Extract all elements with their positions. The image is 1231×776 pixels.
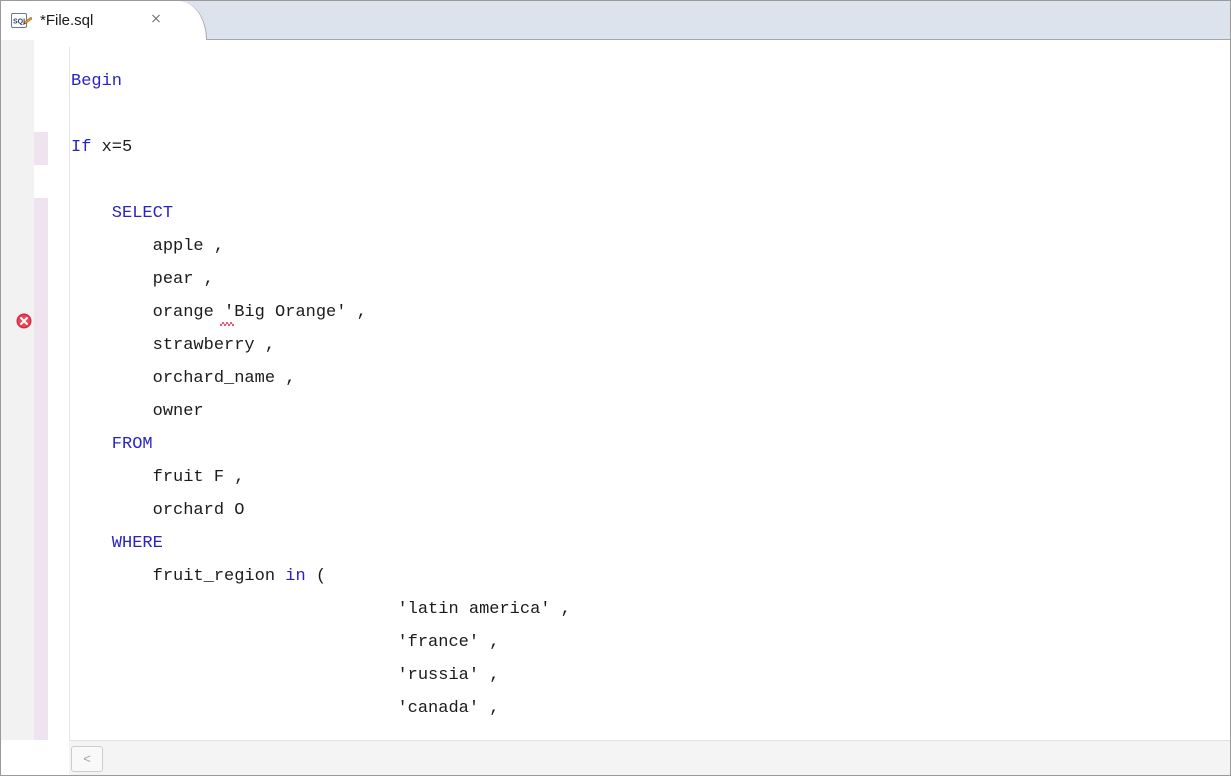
code-line: orange 'Big Orange' , xyxy=(71,296,571,329)
change-ruler-marker xyxy=(34,198,48,740)
code-line: orchard_name , xyxy=(71,362,571,395)
tab-title: *File.sql xyxy=(40,12,94,29)
horizontal-scrollbar[interactable]: < xyxy=(69,740,1230,775)
editor-gutter xyxy=(1,40,34,740)
code-line: apple , xyxy=(71,230,571,263)
code-token: owner xyxy=(71,402,204,421)
code-token: 'latin america' , xyxy=(71,600,571,619)
code-line: 'russia' , xyxy=(71,659,571,692)
chevron-left-icon: < xyxy=(83,751,91,766)
code-line: 'canada' , xyxy=(71,692,571,725)
code-token: fruit F , xyxy=(71,468,245,487)
code-line: WHERE xyxy=(71,527,571,560)
code-line: Begin xyxy=(71,65,571,98)
code-line: SELECT xyxy=(71,197,571,230)
close-icon[interactable]: ⨯ xyxy=(147,9,165,27)
code-token: 'russia' , xyxy=(71,666,500,685)
code-line: If x=5 xyxy=(71,131,571,164)
code-line: FROM xyxy=(71,428,571,461)
sql-keyword: Begin xyxy=(71,72,123,91)
code-line: 'latin america' , xyxy=(71,593,571,626)
code-token: orchard_name , xyxy=(71,369,296,388)
sql-keyword: If xyxy=(71,138,92,157)
code-line: fruit F , xyxy=(71,461,571,494)
sql-keyword: SELECT xyxy=(71,204,174,223)
sql-file-icon: SQL xyxy=(11,13,33,28)
code-text-area[interactable]: Begin If x=5 SELECT apple , pear , orange… xyxy=(71,65,571,725)
code-token: apple , xyxy=(71,237,225,256)
code-token: 'france' , xyxy=(71,633,500,652)
code-token: x=5 xyxy=(91,138,133,157)
sql-keyword: FROM xyxy=(71,435,153,454)
code-line: pear , xyxy=(71,263,571,296)
scroll-left-button[interactable]: < xyxy=(71,746,103,772)
code-token: strawberry , xyxy=(71,336,276,355)
code-token: orchard O xyxy=(71,501,245,520)
code-token: fruit_region xyxy=(71,567,286,586)
bottom-gutter xyxy=(1,740,69,775)
code-token: Big Orange' , xyxy=(234,303,367,322)
sql-keyword: WHERE xyxy=(71,534,163,553)
sql-keyword: in xyxy=(285,567,306,586)
tab-file-sql[interactable]: SQL *File.sql ⨯ xyxy=(1,1,207,40)
code-token: pear , xyxy=(71,270,214,289)
code-token: 'canada' , xyxy=(71,699,500,718)
change-ruler-marker xyxy=(34,132,48,165)
gutter-divider xyxy=(69,47,70,740)
code-token: ( xyxy=(305,567,327,586)
syntax-error-token: ' xyxy=(219,296,235,329)
code-line: owner xyxy=(71,395,571,428)
code-line: orchard O xyxy=(71,494,571,527)
code-line: 'france' , xyxy=(71,626,571,659)
code-line: fruit_region in ( xyxy=(71,560,571,593)
sql-editor-window: SQL *File.sql ⨯ Begin If x=5 SELECT apple… xyxy=(0,0,1231,776)
error-icon[interactable] xyxy=(16,313,32,329)
code-token: orange xyxy=(71,303,225,322)
code-line: strawberry , xyxy=(71,329,571,362)
